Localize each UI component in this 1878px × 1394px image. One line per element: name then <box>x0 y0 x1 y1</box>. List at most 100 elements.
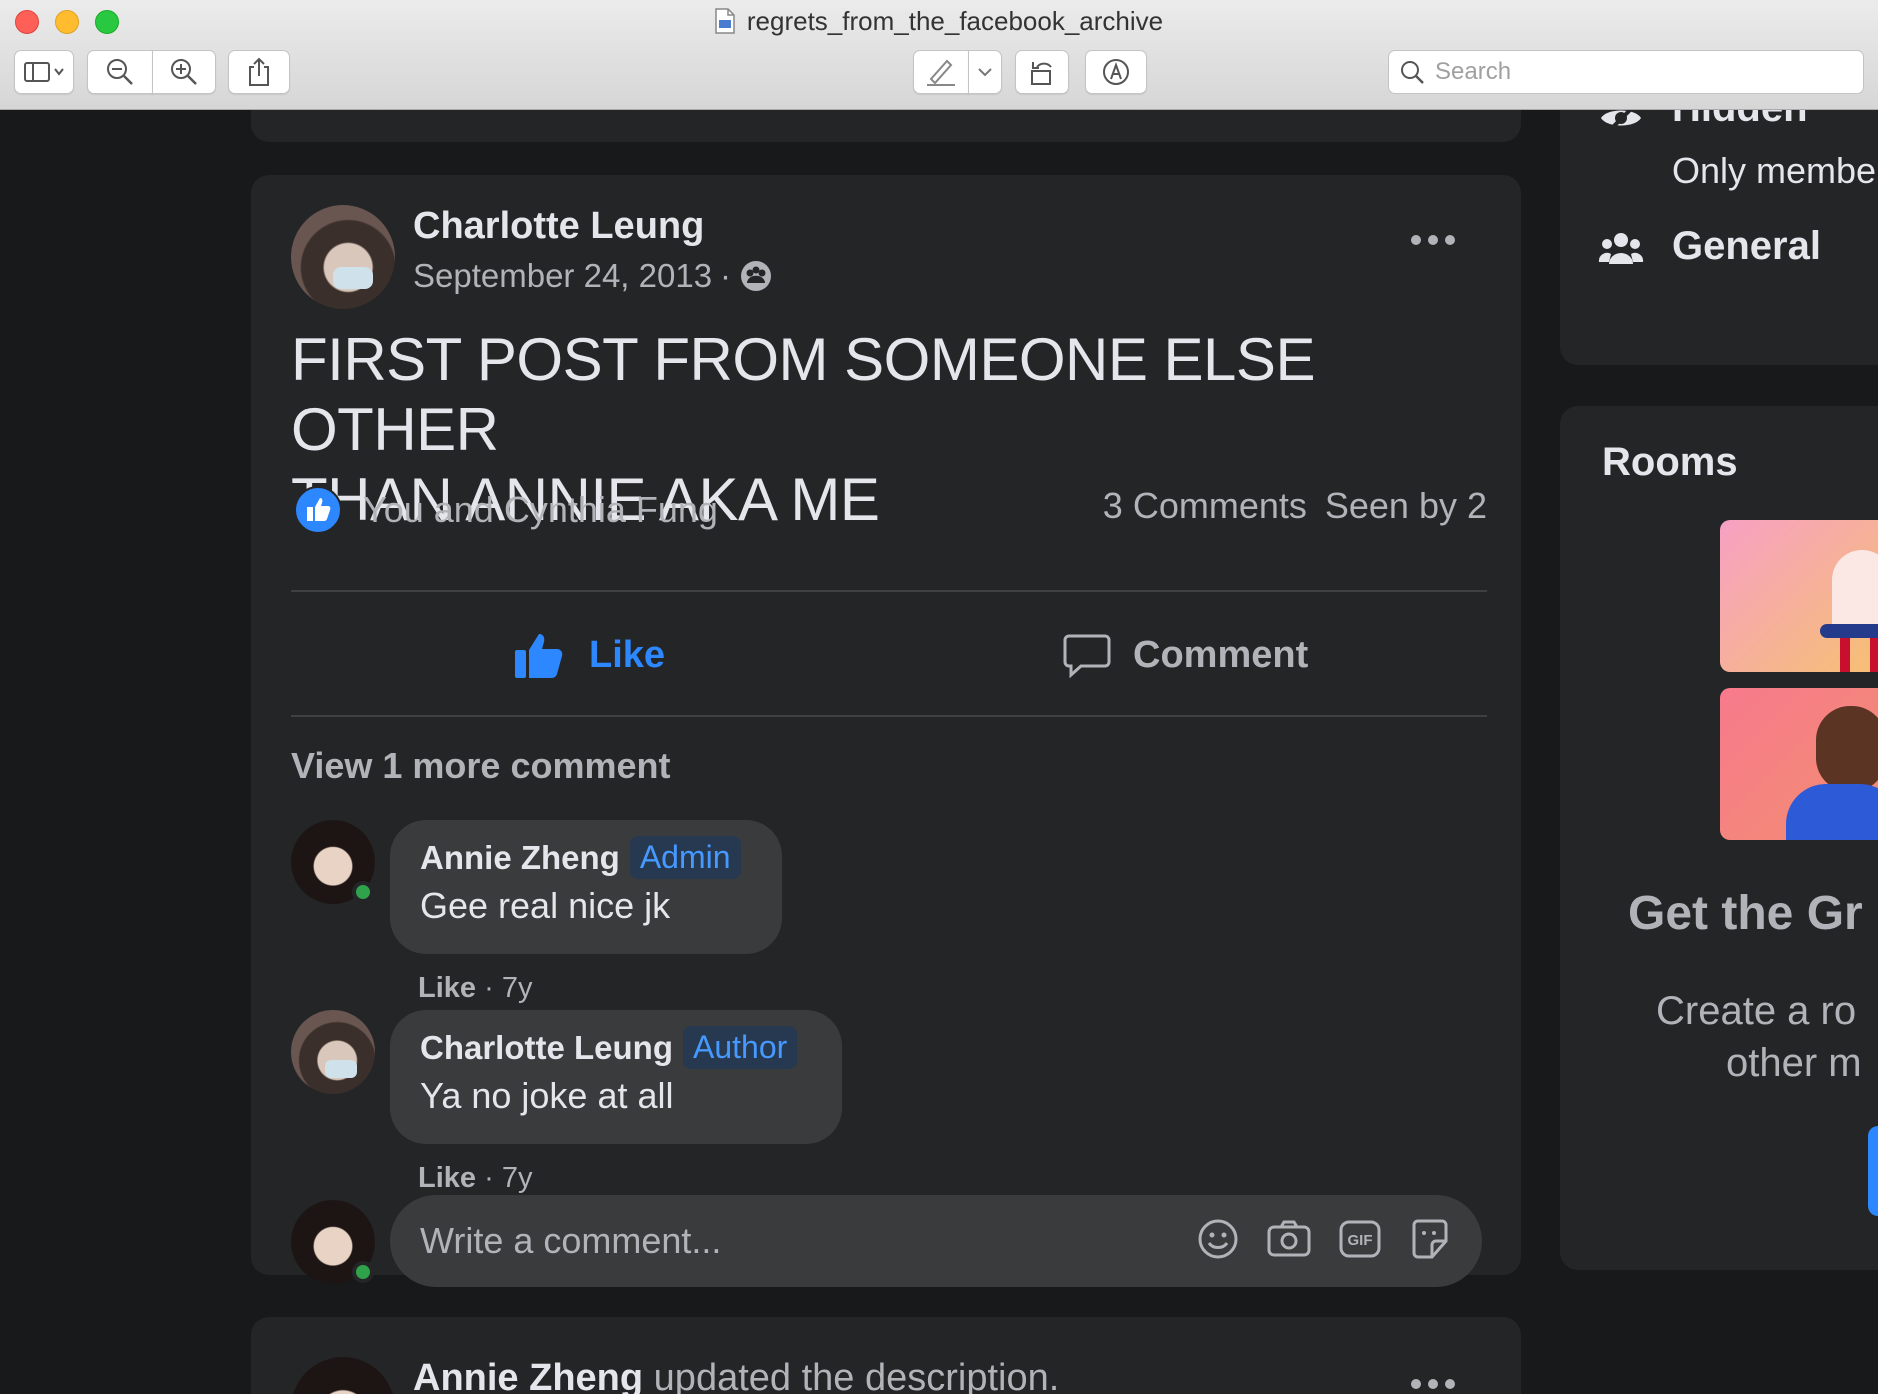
share-button[interactable] <box>228 50 290 94</box>
sidebar-toggle-button[interactable] <box>14 50 74 94</box>
previous-post-card <box>251 110 1521 142</box>
markup-dropdown-button[interactable] <box>968 50 1002 94</box>
stool-leg-shape <box>1840 638 1850 672</box>
pen-icon <box>927 59 955 86</box>
chevron-down-icon <box>978 68 992 77</box>
get-group-heading: Get the Gr <box>1628 887 1863 940</box>
gif-icon[interactable]: GIF <box>1338 1217 1382 1261</box>
more-dot <box>1411 235 1421 245</box>
camera-icon[interactable] <box>1266 1217 1312 1261</box>
like-label: Like <box>589 633 666 676</box>
window-titlebar: regrets_from_the_facebook_archive <box>0 0 1878 110</box>
next-post-avatar[interactable] <box>291 1357 395 1394</box>
document-content: Charlotte Leung September 24, 2013 · FIR… <box>0 110 1878 1394</box>
reactions-summary[interactable]: You and Cynthia Fung <box>293 485 718 535</box>
privacy-title: Hidden <box>1672 110 1808 131</box>
zoom-out-button[interactable] <box>87 50 153 94</box>
online-status-indicator <box>352 1261 374 1283</box>
write-comment-input[interactable] <box>420 1220 1180 1262</box>
post-more-options-button[interactable] <box>1411 225 1471 255</box>
rooms-card: Rooms Get the Gr Create a ro other m <box>1560 406 1878 1270</box>
thumbs-up-icon <box>515 634 563 678</box>
more-dot <box>1428 235 1438 245</box>
like-reaction-icon <box>294 486 342 534</box>
post-date[interactable]: September 24, 2013 <box>413 257 712 295</box>
author-badge[interactable]: Author <box>683 1026 798 1069</box>
post-divider <box>291 715 1487 717</box>
stool-leg-shape <box>1870 638 1878 672</box>
eye-slash-icon <box>1601 110 1641 136</box>
window-title: regrets_from_the_facebook_archive <box>0 6 1878 37</box>
zoom-in-icon <box>171 59 197 85</box>
search-input[interactable] <box>1435 58 1835 86</box>
room-illustration-person[interactable] <box>1720 688 1878 840</box>
comment-author-name[interactable]: Charlotte Leung <box>420 1029 673 1067</box>
next-post-more-button[interactable] <box>1411 1379 1471 1394</box>
next-post-author[interactable]: Annie Zheng <box>413 1357 643 1394</box>
comments-count-link[interactable]: 3 Comments <box>1103 485 1307 527</box>
annotate-button[interactable] <box>1085 50 1147 94</box>
post-counts: 3 Comments Seen by 2 <box>891 485 1487 527</box>
comment-label: Comment <box>1133 633 1309 676</box>
person-head-shape <box>1816 706 1878 792</box>
zoom-out-icon <box>107 59 133 85</box>
avatar-mask-shape <box>325 1060 357 1078</box>
more-dot <box>1428 1379 1438 1389</box>
more-dot <box>1411 1379 1421 1389</box>
admin-badge[interactable]: Admin <box>629 836 741 879</box>
post-author-name[interactable]: Charlotte Leung <box>413 205 704 248</box>
comment-actions: Like · 7y <box>418 972 532 1005</box>
group-info-card: Hidden Only membe General <box>1560 110 1878 365</box>
sticker-icon[interactable] <box>1408 1217 1452 1261</box>
more-dot <box>1445 1379 1455 1389</box>
seen-by-link[interactable]: Seen by 2 <box>1325 485 1487 527</box>
comment-button[interactable]: Comment <box>1063 605 1308 705</box>
zoom-in-button[interactable] <box>152 50 216 94</box>
comment-like-link[interactable]: Like <box>418 972 476 1004</box>
privacy-description: Only membe <box>1672 150 1877 191</box>
create-room-button[interactable] <box>1868 1126 1878 1216</box>
like-button[interactable]: Like <box>513 605 665 705</box>
search-icon <box>1401 61 1424 84</box>
comment-avatar[interactable] <box>291 1010 375 1094</box>
emoji-icon[interactable] <box>1196 1217 1240 1261</box>
next-post-header: Annie Zheng updated the description. <box>413 1357 1059 1394</box>
rooms-title: Rooms <box>1602 440 1738 484</box>
post-card: Charlotte Leung September 24, 2013 · FIR… <box>251 175 1521 1287</box>
comment-author-name[interactable]: Annie Zheng <box>420 839 620 877</box>
comment-bubble-icon <box>1063 634 1111 678</box>
rotate-icon <box>1031 62 1052 85</box>
comment-bubble: Annie Zheng Admin Gee real nice jk <box>390 820 782 954</box>
svg-text:GIF: GIF <box>1348 1232 1373 1249</box>
comment-timestamp[interactable]: 7y <box>502 972 533 1004</box>
post-author-avatar[interactable] <box>291 205 395 309</box>
comment-text: Gee real nice jk <box>420 885 671 926</box>
search-field[interactable] <box>1388 50 1864 94</box>
comment-separator: · <box>484 972 494 1004</box>
next-post-action: updated the description. <box>653 1357 1060 1394</box>
person-body-shape <box>1786 784 1878 840</box>
room-illustration-pet[interactable] <box>1720 520 1878 672</box>
share-icon <box>249 57 269 86</box>
meta-separator: · <box>720 257 732 294</box>
comment-like-link[interactable]: Like <box>418 1162 476 1194</box>
comment-timestamp[interactable]: 7y <box>502 1162 533 1194</box>
create-room-text-line: Create a ro <box>1656 989 1857 1033</box>
window-title-text: regrets_from_the_facebook_archive <box>746 6 1164 36</box>
write-comment-box[interactable]: GIF <box>390 1195 1482 1287</box>
group-members-icon <box>1598 233 1644 264</box>
avatar-mask-shape <box>333 267 373 289</box>
sidebar-icon <box>24 62 64 82</box>
comment-text: Ya no joke at all <box>420 1075 674 1116</box>
create-room-text-line: other m <box>1726 1041 1862 1085</box>
stool-shape <box>1820 624 1878 638</box>
markup-pen-button[interactable] <box>913 50 969 94</box>
rotate-button[interactable] <box>1015 50 1069 94</box>
view-more-comments-link[interactable]: View 1 more comment <box>291 745 670 787</box>
reactions-text: You and Cynthia Fung <box>363 489 718 530</box>
next-post-card: Annie Zheng updated the description. <box>251 1317 1521 1394</box>
document-icon <box>715 8 735 34</box>
group-icon <box>741 261 772 291</box>
comment-separator: · <box>484 1162 494 1194</box>
post-text-line: FIRST POST FROM SOMEONE ELSE OTHER <box>291 326 1315 463</box>
